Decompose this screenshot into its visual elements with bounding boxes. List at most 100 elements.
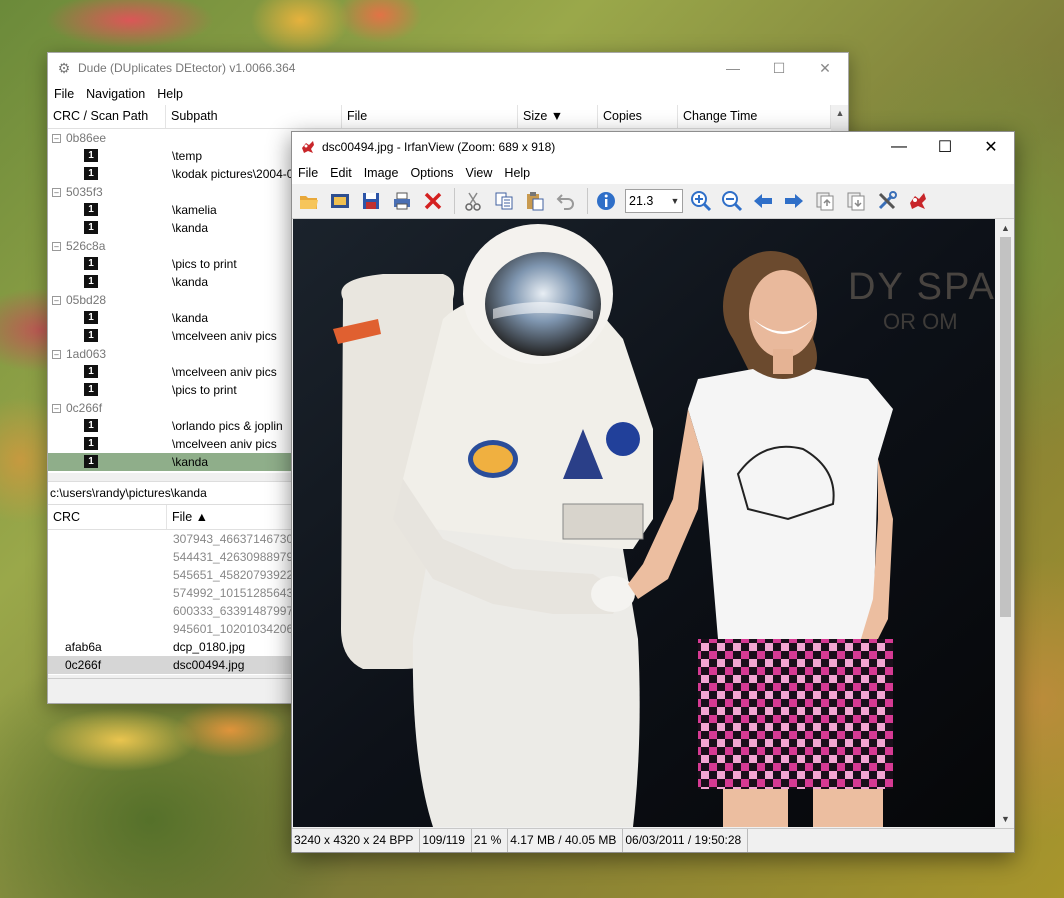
paste-icon[interactable] bbox=[521, 187, 549, 215]
number-badge: 1 bbox=[84, 275, 98, 288]
scrollbar-thumb[interactable] bbox=[1000, 237, 1011, 617]
svg-text:DY SPACE: DY SPACE bbox=[848, 266, 995, 308]
col-crc[interactable]: CRC bbox=[48, 505, 167, 529]
info-icon[interactable] bbox=[592, 187, 620, 215]
collapse-icon[interactable]: – bbox=[52, 295, 61, 305]
next-page-icon[interactable] bbox=[842, 187, 870, 215]
close-button[interactable]: ✕ bbox=[802, 53, 848, 83]
undo-icon[interactable] bbox=[552, 187, 580, 215]
subpath: \kanda bbox=[172, 311, 209, 325]
number-badge: 1 bbox=[84, 257, 98, 270]
zoom-in-icon[interactable] bbox=[687, 187, 715, 215]
col-size[interactable]: Size ▼ bbox=[518, 105, 598, 128]
col-file[interactable]: File bbox=[342, 105, 518, 128]
scroll-up-arrow-icon[interactable]: ▲ bbox=[997, 219, 1014, 236]
irfanview-logo-icon bbox=[300, 139, 316, 155]
slideshow-icon[interactable] bbox=[326, 187, 354, 215]
subpath: \kanda bbox=[172, 275, 209, 289]
dude-titlebar[interactable]: ⚙ Dude (DUplicates DEtector) v1.0066.364… bbox=[48, 53, 848, 83]
col-crc-scan-path[interactable]: CRC / Scan Path bbox=[48, 105, 166, 128]
dude-menubar: File Navigation Help bbox=[48, 83, 848, 105]
minimize-button[interactable]: — bbox=[710, 53, 756, 83]
file-name: 544431_4263098897948 bbox=[173, 550, 307, 564]
menu-navigation[interactable]: Navigation bbox=[80, 87, 151, 101]
subpath: \kamelia bbox=[172, 203, 217, 217]
col-copies[interactable]: Copies bbox=[598, 105, 678, 128]
subpath: \kodak pictures\2004-0 bbox=[172, 167, 294, 181]
subpath: \pics to print bbox=[172, 383, 237, 397]
file-crc: 0c266f bbox=[65, 658, 102, 672]
menu-file[interactable]: File bbox=[292, 166, 324, 180]
group-crc: 1ad063 bbox=[66, 347, 107, 361]
col-subpath[interactable]: Subpath bbox=[166, 105, 342, 128]
dude-window-title: Dude (DUplicates DEtector) v1.0066.364 bbox=[78, 61, 296, 75]
image-viewport[interactable]: DY SPACE OR OM bbox=[293, 219, 995, 827]
maximize-button[interactable]: ☐ bbox=[756, 53, 802, 83]
collapse-icon[interactable]: – bbox=[52, 133, 61, 143]
menu-view[interactable]: View bbox=[460, 166, 499, 180]
minimize-button[interactable]: — bbox=[876, 132, 922, 162]
svg-text:OR OM: OR OM bbox=[883, 309, 958, 334]
groups-header: CRC / Scan Path Subpath File Size ▼ Copi… bbox=[48, 105, 831, 129]
file-name: 545651_4582079392261 bbox=[173, 568, 307, 582]
photo-astronaut-and-girl: DY SPACE OR OM bbox=[293, 219, 995, 827]
collapse-icon[interactable]: – bbox=[52, 349, 61, 359]
menu-image[interactable]: Image bbox=[358, 166, 405, 180]
irfanview-toolbar: 21.3 ▼ bbox=[292, 184, 1014, 219]
subpath: \pics to print bbox=[172, 257, 237, 271]
menu-file[interactable]: File bbox=[48, 87, 80, 101]
image-scrollbar[interactable]: ▲ ▼ bbox=[997, 219, 1014, 827]
open-folder-icon[interactable] bbox=[295, 187, 323, 215]
subpath: \mcelveen aniv pics bbox=[172, 365, 277, 379]
next-image-icon[interactable] bbox=[780, 187, 808, 215]
previous-image-icon[interactable] bbox=[749, 187, 777, 215]
irfanview-window-title: dsc00494.jpg - IrfanView (Zoom: 689 x 91… bbox=[322, 140, 556, 154]
number-badge: 1 bbox=[84, 383, 98, 396]
zoom-select[interactable]: 21.3 ▼ bbox=[625, 189, 683, 213]
zoom-out-icon[interactable] bbox=[718, 187, 746, 215]
menu-edit[interactable]: Edit bbox=[324, 166, 358, 180]
status-file-index: 109/119 bbox=[420, 829, 472, 852]
collapse-icon[interactable]: – bbox=[52, 187, 61, 197]
file-name: 600333_6339148799713 bbox=[173, 604, 307, 618]
number-badge: 1 bbox=[84, 455, 98, 468]
print-icon[interactable] bbox=[388, 187, 416, 215]
status-date: 06/03/2011 / 19:50:28 bbox=[623, 829, 749, 852]
group-crc: 0b86ee bbox=[66, 131, 107, 145]
status-memory: 4.17 MB / 40.05 MB bbox=[508, 829, 624, 852]
number-badge: 1 bbox=[84, 221, 98, 234]
col-change-time[interactable]: Change Time bbox=[678, 105, 831, 128]
menu-help[interactable]: Help bbox=[151, 87, 189, 101]
collapse-icon[interactable]: – bbox=[52, 403, 61, 413]
scroll-down-arrow-icon[interactable]: ▼ bbox=[997, 810, 1014, 827]
cut-icon[interactable] bbox=[459, 187, 487, 215]
settings-tools-icon[interactable] bbox=[873, 187, 901, 215]
delete-icon[interactable] bbox=[419, 187, 447, 215]
collapse-icon[interactable]: – bbox=[52, 241, 61, 251]
menu-options[interactable]: Options bbox=[404, 166, 459, 180]
subpath: \orlando pics & joplin bbox=[172, 419, 283, 433]
irfanview-statusbar: 3240 x 4320 x 24 BPP 109/119 21 % 4.17 M… bbox=[292, 828, 1014, 852]
menu-help[interactable]: Help bbox=[498, 166, 536, 180]
close-button[interactable]: ✕ bbox=[968, 132, 1014, 162]
irfanview-window: dsc00494.jpg - IrfanView (Zoom: 689 x 91… bbox=[291, 131, 1015, 853]
file-name: 945601_1020103420636 bbox=[173, 622, 307, 636]
subpath: \mcelveen aniv pics bbox=[172, 329, 277, 343]
maximize-button[interactable]: ☐ bbox=[922, 132, 968, 162]
file-crc: afab6a bbox=[65, 640, 102, 654]
irfanview-about-icon[interactable] bbox=[904, 187, 932, 215]
irfanview-titlebar[interactable]: dsc00494.jpg - IrfanView (Zoom: 689 x 91… bbox=[292, 132, 1014, 162]
toolbar-separator bbox=[454, 188, 455, 214]
save-icon[interactable] bbox=[357, 187, 385, 215]
toolbar-separator bbox=[587, 188, 588, 214]
group-crc: 05bd28 bbox=[66, 293, 107, 307]
number-badge: 1 bbox=[84, 419, 98, 432]
file-name: dsc00494.jpg bbox=[173, 658, 245, 672]
status-image-size: 3240 x 4320 x 24 BPP bbox=[292, 829, 421, 852]
first-page-icon[interactable] bbox=[811, 187, 839, 215]
chevron-down-icon[interactable]: ▼ bbox=[668, 196, 682, 206]
scroll-up-arrow-icon[interactable]: ▲ bbox=[832, 105, 848, 121]
copy-icon[interactable] bbox=[490, 187, 518, 215]
subpath: \kanda bbox=[172, 221, 209, 235]
group-crc: 0c266f bbox=[66, 401, 103, 415]
